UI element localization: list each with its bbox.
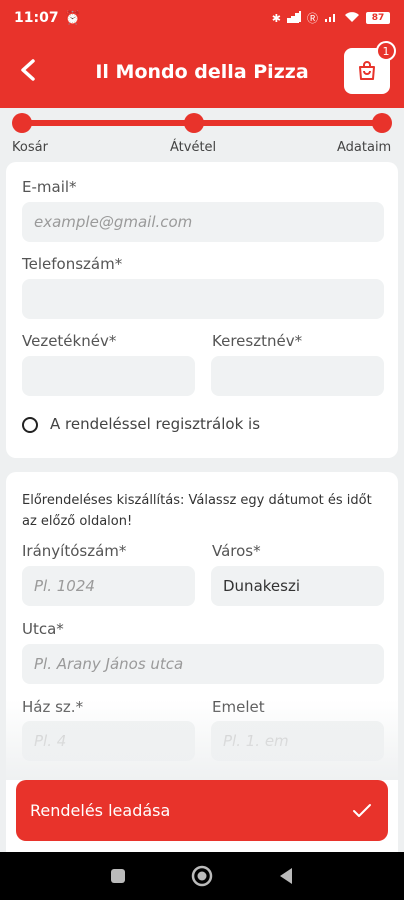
phone-field[interactable] (22, 279, 384, 319)
register-radio-label[interactable]: A rendeléssel regisztrálok is (50, 415, 260, 433)
circle-icon (191, 865, 213, 887)
step-dot-pickup (184, 113, 204, 133)
step-dot-cart (12, 113, 32, 133)
house-number-label: Ház sz.* (22, 698, 84, 716)
phone-label: Telefonszám* (22, 255, 123, 273)
floor-placeholder: Pl. 1. em (223, 732, 289, 750)
app-header: Il Mondo della Pizza 1 (0, 36, 404, 108)
email-placeholder: example@gmail.com (34, 213, 193, 231)
checkout-progress: Kosár Átvétel Adataim (0, 108, 404, 158)
chevron-left-icon (21, 59, 35, 81)
contact-form-card: E-mail* example@gmail.com Telefonszám* V… (6, 162, 398, 458)
cart-button[interactable]: 1 (344, 41, 396, 94)
register-radio[interactable] (22, 417, 38, 433)
floor-label: Emelet (212, 698, 265, 716)
battery-icon: 87 (366, 12, 390, 24)
bluetooth-icon: ✱ (271, 11, 281, 25)
status-icons: ✱ Ⓡ 87 (272, 10, 390, 26)
shopping-bag-icon (359, 61, 375, 80)
back-nav-button[interactable] (274, 864, 298, 888)
triangle-back-icon (280, 868, 292, 884)
house-number-field[interactable]: Pl. 4 (22, 721, 195, 761)
status-time: 11:07 (14, 10, 59, 26)
status-bar: 11:07 ⏰ ✱ Ⓡ 87 (0, 0, 404, 36)
street-placeholder: Pl. Arany János utca (34, 655, 184, 673)
check-icon (350, 799, 374, 823)
page-title: Il Mondo della Pizza (95, 61, 309, 83)
email-label: E-mail* (22, 178, 77, 196)
street-label: Utca* (22, 620, 64, 638)
city-label: Város* (212, 542, 261, 560)
square-icon (111, 869, 125, 883)
preorder-note: Előrendeléses kiszállítás: Válassz egy d… (22, 493, 372, 529)
submit-order-label: Rendelés leadása (30, 801, 171, 820)
floor-field[interactable]: Pl. 1. em (211, 721, 384, 761)
submit-order-button[interactable]: Rendelés leadása (16, 780, 388, 841)
lastname-label: Vezetéknév* (22, 332, 117, 350)
wifi-icon (344, 11, 360, 26)
house-number-placeholder: Pl. 4 (34, 732, 67, 750)
signal-icon-2 (324, 11, 338, 26)
step-dot-details (372, 113, 392, 133)
zip-placeholder: Pl. 1024 (34, 577, 95, 595)
recents-button[interactable] (106, 864, 130, 888)
email-field[interactable]: example@gmail.com (22, 202, 384, 242)
zip-label: Irányítószám* (22, 542, 127, 560)
back-button[interactable] (14, 56, 42, 84)
system-nav-bar (0, 852, 404, 900)
city-value: Dunakeszi (223, 577, 300, 595)
zip-field[interactable]: Pl. 1024 (22, 566, 195, 606)
signal-icon (287, 10, 301, 26)
firstname-field[interactable] (211, 356, 384, 396)
city-field[interactable]: Dunakeszi (211, 566, 384, 606)
step-label-cart: Kosár (12, 140, 48, 155)
lastname-field[interactable] (22, 356, 195, 396)
step-label-pickup: Átvétel (170, 140, 217, 155)
firstname-label: Keresztnév* (212, 332, 303, 350)
cart-count-badge: 1 (376, 41, 396, 61)
home-button[interactable] (190, 864, 214, 888)
step-label-details: Adataim (337, 140, 392, 155)
street-field[interactable]: Pl. Arany János utca (22, 644, 384, 684)
alarm-icon: ⏰ (64, 10, 81, 26)
roaming-icon: Ⓡ (307, 12, 318, 25)
